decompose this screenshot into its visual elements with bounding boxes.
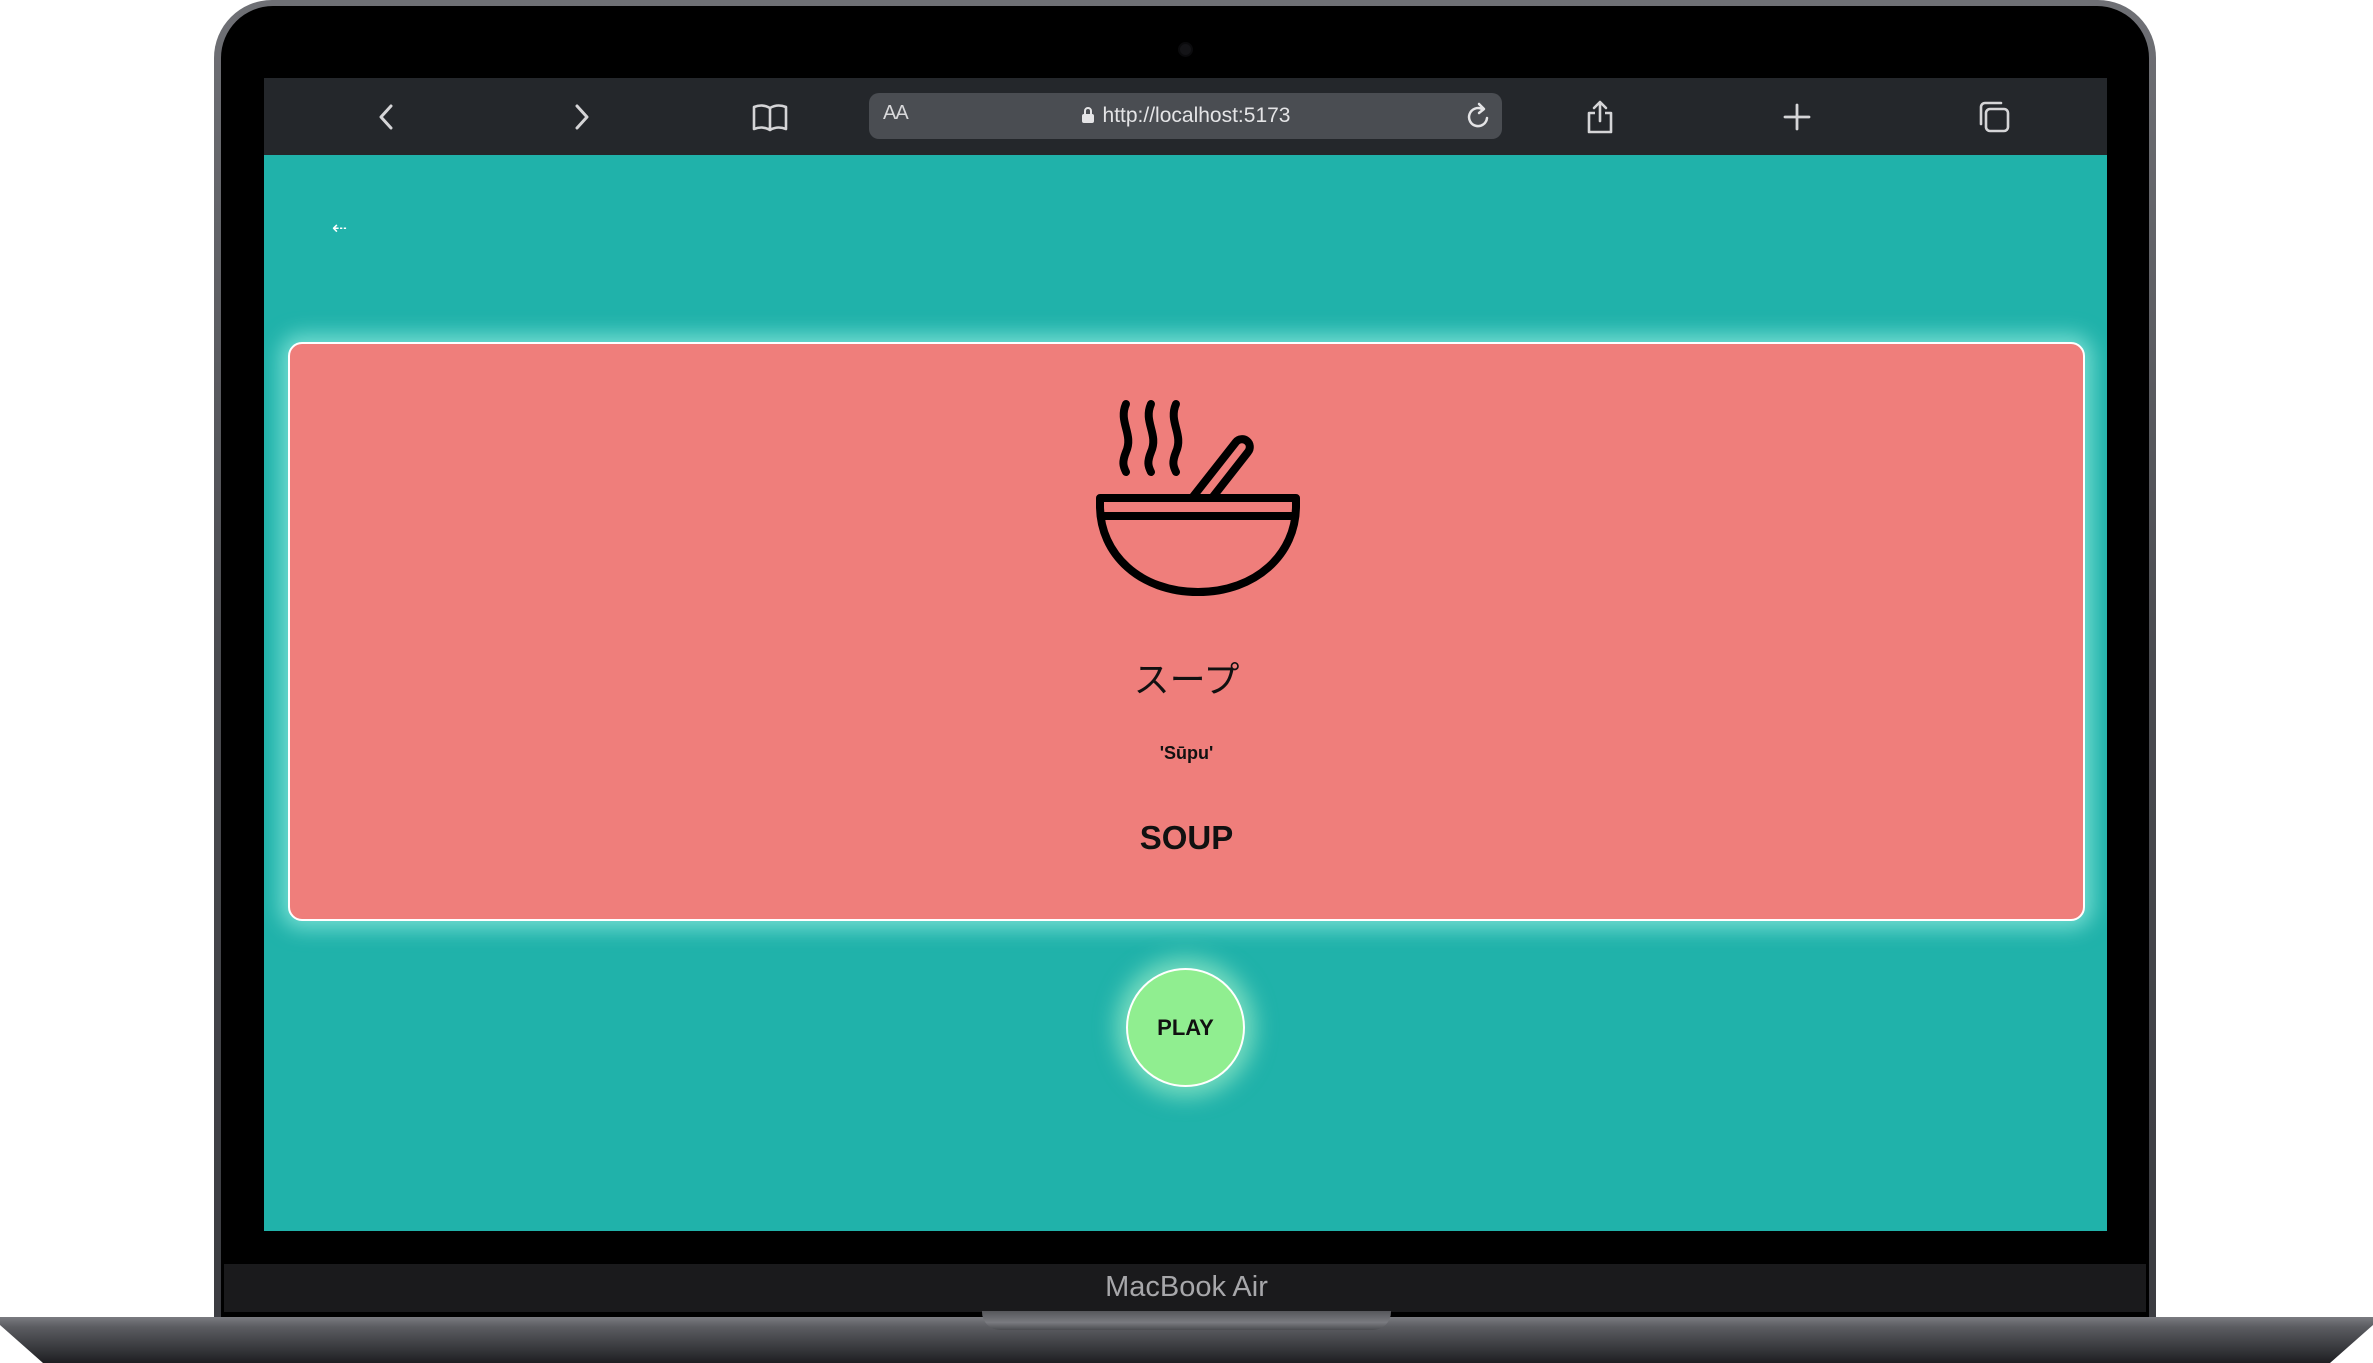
url-text: http://localhost:5173	[1102, 104, 1291, 127]
tabs-icon	[1979, 101, 2010, 133]
soup-bowl-icon	[1096, 400, 1300, 596]
play-button[interactable]: PLAY	[1126, 968, 1245, 1087]
browser-screen: AA http://localhost:5173 ⇠ スープ 'Sūpu' SO…	[264, 78, 2107, 1231]
flashcard: スープ 'Sūpu' SOUP	[288, 342, 2085, 921]
bookmarks-button[interactable]	[743, 90, 797, 144]
english-translation: SOUP	[1139, 819, 1234, 856]
romaji-reading: 'Sūpu'	[1159, 743, 1214, 763]
plus-icon	[1783, 103, 1811, 131]
forward-button[interactable]	[555, 90, 609, 144]
chevron-left-icon	[379, 104, 393, 130]
lock-icon	[1081, 107, 1094, 123]
tabs-button[interactable]	[1967, 90, 2021, 144]
share-icon	[1587, 100, 1613, 134]
share-button[interactable]	[1573, 90, 1627, 144]
reload-icon	[1467, 102, 1489, 128]
device-label: MacBook Air	[1105, 1271, 1268, 1303]
back-button[interactable]	[359, 90, 413, 144]
laptop-notch	[982, 1311, 1391, 1330]
reload-button[interactable]	[1462, 99, 1496, 133]
url-display: http://localhost:5173	[869, 104, 1502, 128]
book-icon	[752, 104, 788, 132]
japanese-word: スープ	[1133, 660, 1240, 701]
screenshot-stage: AA http://localhost:5173 ⇠ スープ 'Sūpu' SO…	[0, 0, 2373, 1363]
camera	[1180, 44, 1191, 55]
back-link[interactable]: ⇠	[332, 218, 347, 239]
chevron-right-icon	[575, 104, 589, 130]
browser-toolbar: AA http://localhost:5173	[264, 78, 2107, 155]
new-tab-button[interactable]	[1770, 90, 1824, 144]
address-bar[interactable]: AA http://localhost:5173	[869, 93, 1502, 139]
